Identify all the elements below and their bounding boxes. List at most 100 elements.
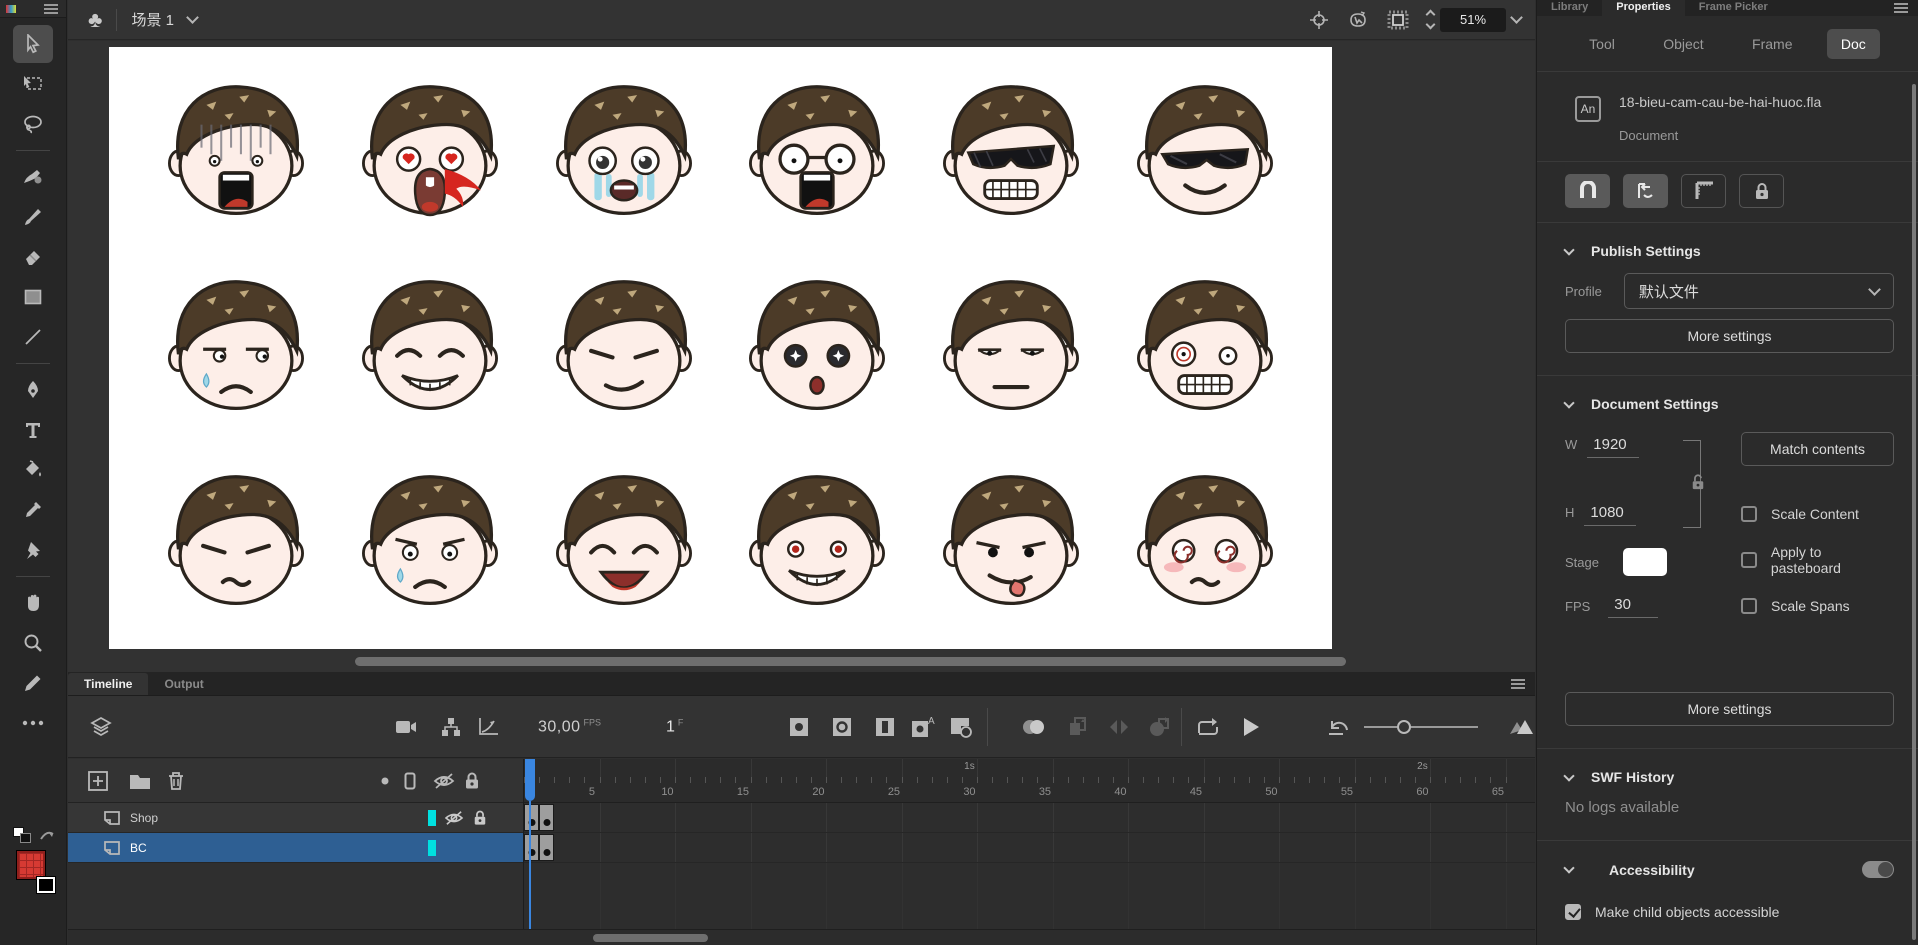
face-worried-tear[interactable] [333,446,527,641]
new-folder-icon[interactable] [129,772,151,790]
apply-pasteboard-checkbox[interactable] [1741,552,1757,568]
stage-color-swatch[interactable] [1623,548,1667,576]
line-tool[interactable] [13,318,53,356]
face-laughing-grin[interactable] [333,250,527,445]
tab-frame-picker[interactable]: Frame Picker [1685,0,1782,17]
face-heart-eyes-nosebleed[interactable] [333,55,527,250]
face-crazy-grit[interactable] [1108,250,1302,445]
stage[interactable] [109,47,1332,649]
rectangle-tool[interactable] [13,278,53,316]
asset-warp-tool[interactable] [13,531,53,569]
parenting-view-icon[interactable] [441,717,461,737]
canvas-horizontal-scrollbar[interactable] [355,657,1346,666]
layer-BC[interactable]: BC [68,833,523,863]
face-cheeky-smirk[interactable] [527,250,721,445]
subtab-object[interactable]: Object [1649,29,1717,59]
fit-timeline-icon[interactable] [1508,718,1534,736]
keyframe-cell[interactable] [524,804,539,831]
face-pleading-tears[interactable] [527,55,721,250]
frame-row-BC[interactable] [524,833,1535,863]
hide-all-icon[interactable] [433,772,455,790]
tab-output[interactable]: Output [148,673,219,695]
classic-brush-tool[interactable] [13,198,53,236]
outline-column-icon[interactable] [404,772,416,790]
zoom-input[interactable]: 51% [1440,8,1506,32]
subtab-tool[interactable]: Tool [1575,29,1629,59]
insert-keyframe-icon[interactable] [788,716,810,738]
subtab-doc[interactable]: Doc [1827,29,1880,59]
layer-color-swatch[interactable] [428,840,436,856]
face-cool-shades[interactable] [1108,55,1302,250]
face-dizzy-pout[interactable] [1108,446,1302,641]
hand-tool[interactable] [13,584,53,622]
reset-zoom-icon[interactable] [1327,717,1351,737]
child-objects-checkbox[interactable] [1565,904,1581,920]
rulers-button[interactable] [1681,174,1726,208]
playhead[interactable] [525,759,535,801]
fps-display[interactable]: 30,00FPS [538,717,601,736]
timeline-horizontal-scrollbar[interactable] [593,934,708,942]
face-crying-glasses[interactable] [720,55,914,250]
zoom-up-icon[interactable] [1426,10,1436,20]
delete-layer-icon[interactable] [167,771,185,791]
highlight-column-icon[interactable] [381,777,389,785]
swap-colors-icon[interactable] [39,828,55,842]
keyframe-cell[interactable] [524,834,539,861]
more-tools[interactable] [13,704,53,742]
collapse-icon[interactable] [1563,862,1574,873]
snap-align-button[interactable] [1623,174,1668,208]
timeline-zoom-knob[interactable] [1397,720,1411,734]
face-sparkle-eyes[interactable] [720,250,914,445]
tab-properties[interactable]: Properties [1602,0,1684,17]
zoom-stepper[interactable] [1427,11,1434,28]
scale-content-checkbox[interactable] [1741,506,1757,522]
profile-dropdown[interactable]: 默认文件 [1624,273,1894,309]
loop-icon[interactable] [1196,717,1220,737]
lasso-tool[interactable] [13,105,53,143]
layers-icon[interactable] [90,716,112,738]
timeline-zoom-track[interactable] [1364,726,1478,728]
face-angry-shades[interactable] [914,55,1108,250]
new-layer-icon[interactable] [88,771,108,791]
auto-keyframe-icon[interactable]: A [910,715,936,739]
zoom-down-icon[interactable] [1426,20,1436,30]
text-tool[interactable] [13,411,53,449]
remove-frame-icon[interactable] [949,716,973,738]
eraser-tool[interactable] [13,238,53,276]
properties-scrollbar[interactable] [1912,84,1916,940]
layer-locked-icon[interactable] [473,810,487,827]
layer-Shop[interactable]: Shop [68,803,523,833]
collapse-icon[interactable] [1563,244,1574,255]
collapse-icon[interactable] [1563,770,1574,781]
pencil-tool[interactable] [13,664,53,702]
subselection-tool[interactable] [13,65,53,103]
graph-editor-icon[interactable] [477,717,499,737]
face-tongue-out[interactable] [914,446,1108,641]
paint-bucket-tool[interactable] [13,451,53,489]
insert-blank-keyframe-icon[interactable] [831,716,853,738]
scale-spans-checkbox[interactable] [1741,598,1757,614]
zoom-dropdown-icon[interactable] [1510,11,1523,24]
insert-frame-icon[interactable] [874,716,896,738]
timeline-menu-icon[interactable] [1511,679,1525,689]
snap-to-objects-button[interactable] [1565,174,1610,208]
publish-more-settings-button[interactable]: More settings [1565,319,1894,353]
play-button[interactable] [1241,716,1261,738]
fluid-brush-tool[interactable] [13,158,53,196]
face-joyful-laugh[interactable] [527,446,721,641]
clip-content-icon[interactable] [1387,10,1409,30]
subtab-frame[interactable]: Frame [1738,29,1806,59]
doc-more-settings-button[interactable]: More settings [1565,692,1894,726]
current-frame-display[interactable]: 1F [666,717,683,736]
layer-hidden-icon[interactable] [444,810,464,826]
match-contents-button[interactable]: Match contents [1741,432,1894,466]
lock-all-icon[interactable] [464,772,480,791]
height-input[interactable]: 1080 [1584,502,1636,526]
tab-library[interactable]: Library [1537,0,1602,17]
face-annoyed-tear[interactable] [139,250,333,445]
properties-menu-icon[interactable] [1894,3,1908,13]
keyframe-cell[interactable] [539,804,554,831]
tools-menu-icon[interactable] [44,4,58,14]
fill-color-swatch[interactable] [17,851,51,885]
onion-skin-icon[interactable] [1021,717,1047,737]
